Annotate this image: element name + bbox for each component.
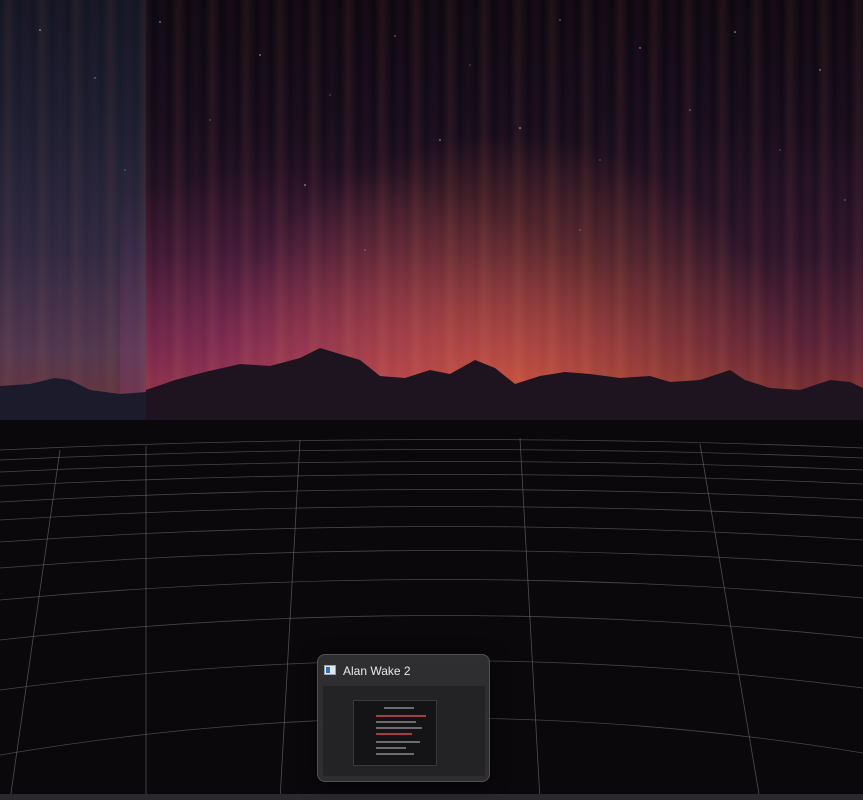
wallpaper-stars — [39, 19, 846, 251]
taskbar-thumbnail-popup[interactable]: Alan Wake 2 — [317, 654, 490, 782]
thumbnail-preview[interactable] — [323, 686, 485, 776]
application-window-icon — [324, 665, 336, 675]
preview-window — [353, 700, 437, 766]
taskbar[interactable] — [0, 794, 863, 800]
desktop[interactable]: Alan Wake 2 — [0, 0, 863, 800]
thumbnail-header: Alan Wake 2 — [318, 655, 489, 685]
thumbnail-title: Alan Wake 2 — [343, 664, 411, 678]
